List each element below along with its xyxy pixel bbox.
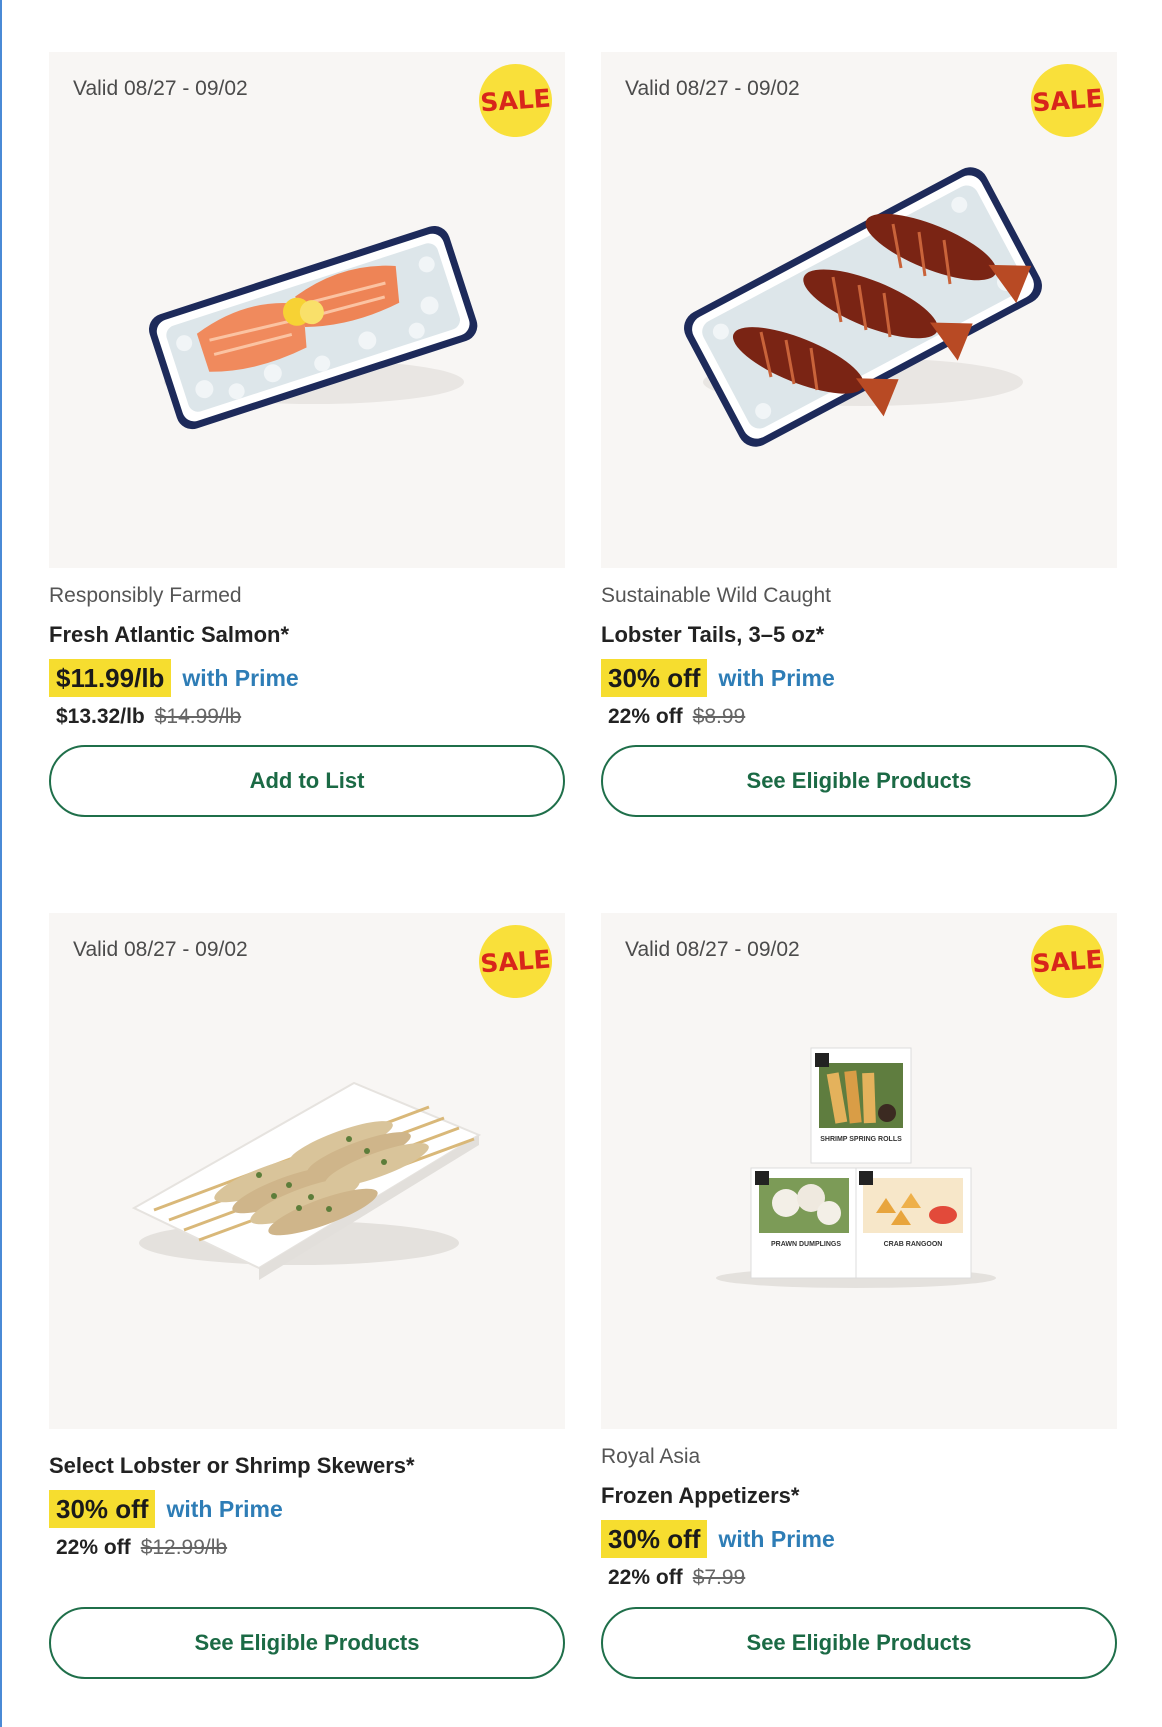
with-prime-label: with Prime: [182, 664, 299, 691]
product-card-skewers[interactable]: Valid 08/27 - 09/02 SALE Select Lobster …: [49, 913, 565, 1679]
regular-price-line: $13.32/lb $14.99/lb: [56, 703, 565, 731]
product-image-container[interactable]: Valid 08/27 - 09/02 SALE: [49, 52, 565, 568]
original-price: $12.99/lb: [140, 1536, 228, 1559]
see-eligible-products-button[interactable]: See Eligible Products: [601, 745, 1117, 817]
crab-rangoon-box-label: CRAB RANGOON: [884, 1241, 943, 1248]
lobster-tails-image: [684, 167, 1042, 447]
prime-price-line: 30% off with Prime: [601, 659, 1117, 697]
valid-dates: Valid 08/27 - 09/02: [625, 77, 800, 100]
frozen-appetizers-image: SHRIMP SPRING ROLLS PRAWN DUMPLINGS CRAB…: [716, 1047, 996, 1288]
product-image-container[interactable]: Valid 08/27 - 09/02 SALE: [601, 52, 1117, 568]
see-eligible-products-button[interactable]: See Eligible Products: [49, 1607, 565, 1679]
regular-price: $13.32/lb: [56, 705, 145, 728]
prime-price-line: 30% off with Prime: [49, 1490, 565, 1528]
regular-price-line: 22% off $8.99: [608, 703, 1117, 731]
with-prime-label: with Prime: [718, 664, 835, 691]
product-title[interactable]: Frozen Appetizers*: [601, 1481, 1117, 1511]
product-eyebrow: Royal Asia: [601, 1445, 701, 1468]
regular-price: 22% off: [608, 705, 683, 728]
prime-price: 30% off: [601, 659, 708, 697]
see-eligible-products-button[interactable]: See Eligible Products: [601, 1607, 1117, 1679]
product-eyebrow: Responsibly Farmed: [49, 584, 242, 607]
original-price: $7.99: [692, 1566, 746, 1589]
valid-dates: Valid 08/27 - 09/02: [73, 77, 248, 100]
prime-price-line: $11.99/lb with Prime: [49, 659, 565, 697]
regular-price-line: 22% off $7.99: [608, 1564, 1117, 1592]
product-card-lobster-tails[interactable]: Valid 08/27 - 09/02 SALE Sustainable Wil…: [601, 52, 1117, 817]
product-eyebrow: Sustainable Wild Caught: [601, 584, 831, 607]
salmon-tray-image: [148, 225, 478, 430]
product-title[interactable]: Select Lobster or Shrimp Skewers*: [49, 1451, 565, 1481]
prime-price: 30% off: [601, 1520, 708, 1558]
prime-price-line: 30% off with Prime: [601, 1520, 1117, 1558]
valid-dates: Valid 08/27 - 09/02: [73, 938, 248, 961]
with-prime-label: with Prime: [166, 1495, 283, 1522]
with-prime-label: with Prime: [718, 1525, 835, 1552]
original-price: $8.99: [692, 705, 746, 728]
product-title[interactable]: Lobster Tails, 3–5 oz*: [601, 620, 1117, 650]
valid-dates: Valid 08/27 - 09/02: [625, 938, 800, 961]
product-card-salmon[interactable]: Valid 08/27 - 09/02 SALE Responsibly Far…: [49, 52, 565, 817]
skewers-image: [131, 1081, 482, 1280]
product-title[interactable]: Fresh Atlantic Salmon*: [49, 620, 565, 650]
regular-price-line: 22% off $12.99/lb: [56, 1534, 565, 1562]
product-card-frozen-appetizers[interactable]: SHRIMP SPRING ROLLS PRAWN DUMPLINGS CRAB…: [601, 913, 1117, 1679]
add-to-list-button[interactable]: Add to List: [49, 745, 565, 817]
prime-price: $11.99/lb: [49, 659, 172, 697]
original-price: $14.99/lb: [154, 705, 242, 728]
regular-price: 22% off: [608, 1566, 683, 1589]
prawn-dumplings-box-label: PRAWN DUMPLINGS: [771, 1241, 841, 1248]
prime-price: 30% off: [49, 1490, 156, 1528]
spring-rolls-box-label: SHRIMP SPRING ROLLS: [820, 1136, 902, 1143]
product-image-container[interactable]: Valid 08/27 - 09/02 SALE: [49, 913, 565, 1429]
product-image-container[interactable]: SHRIMP SPRING ROLLS PRAWN DUMPLINGS CRAB…: [601, 913, 1117, 1429]
regular-price: 22% off: [56, 1536, 131, 1559]
